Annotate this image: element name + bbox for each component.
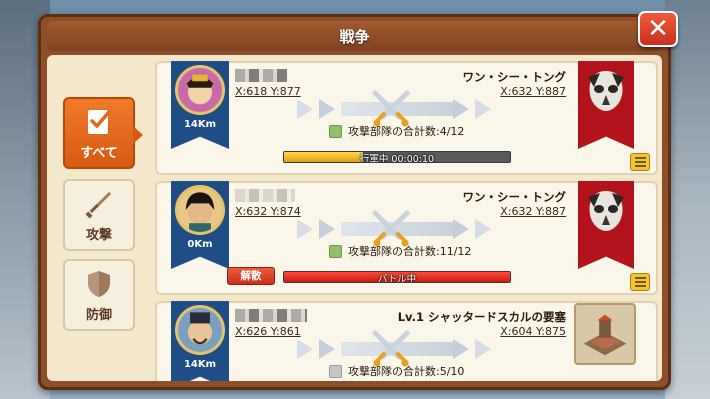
march-progress-bar: 行軍中 00:00:10 [283,151,511,163]
source-coordinates[interactable]: X:632 Y:874 [235,205,301,218]
troop-count: 攻撃部隊の合計数:5/10 [329,363,464,379]
tab-all-label: すべて [80,145,118,161]
shield-icon [88,270,110,297]
source-coordinates[interactable]: X:618 Y:877 [235,85,301,98]
commander-portrait-icon [185,192,215,232]
distance-label: 0Km [187,239,213,250]
target-name: Lv.1 シャッタードスカルの要塞 [397,310,566,324]
march-progress-text: 行軍中 00:00:10 [359,154,435,163]
fortress-icon [583,314,627,356]
details-menu-button[interactable] [630,153,650,171]
target-banner [578,61,634,149]
player-name-redacted [235,189,295,202]
close-icon: ✕ [647,14,669,44]
checklist-icon [88,109,111,134]
background-right [665,0,710,399]
troop-count-label: 攻撃部隊の合計数:11/12 [348,245,472,258]
troop-checkbox [329,364,342,378]
content-area: すべて 攻撃 防御 14Km X:618 Y:877 ワン・シー・トング X:6… [47,55,662,381]
tab-attack[interactable]: 攻撃 [63,179,135,251]
tab-defense[interactable]: 防御 [63,259,135,331]
troop-count-label: 攻撃部隊の合計数:5/10 [348,365,465,378]
sword-icon [85,191,111,219]
distance-label: 14Km [183,359,217,370]
troop-count-label: 攻撃部隊の合計数:4/12 [348,125,465,138]
player-name-redacted [235,69,287,82]
attacker-banner: 14Km [171,301,229,381]
title-bar: 戦争 [47,21,662,51]
close-button[interactable]: ✕ [638,11,678,47]
war-list: 14Km X:618 Y:877 ワン・シー・トング X:632 Y:887 攻… [155,59,658,381]
commander-avatar[interactable] [175,305,225,355]
skull-mask-icon [588,191,624,231]
battle-progress-text: バトル中 [377,274,417,283]
war-card[interactable]: 0Km X:632 Y:874 ワン・シー・トング X:632 Y:887 攻撃… [155,181,658,295]
tab-defense-label: 防御 [85,307,112,323]
details-menu-button[interactable] [630,273,650,291]
target-name: ワン・シー・トング [462,70,567,84]
player-name-redacted [235,309,307,322]
troop-count: 攻撃部隊の合計数:11/12 [329,243,471,259]
war-card[interactable]: 14Km X:618 Y:877 ワン・シー・トング X:632 Y:887 攻… [155,61,658,175]
source-coordinates[interactable]: X:626 Y:861 [235,325,301,338]
commander-portrait-icon [186,74,214,105]
war-card[interactable]: 14Km X:626 Y:861 Lv.1 シャッタードスカルの要塞 X:604… [155,301,658,381]
target-coordinates[interactable]: X:632 Y:887 [500,85,566,98]
distance-label: 14Km [183,119,217,130]
war-window: 戦争 ✕ すべて 攻撃 防御 14Km X:618 Y:877 ワン・シー・トン… [38,11,678,390]
disband-button[interactable]: 解散 [227,267,275,285]
commander-portrait-icon [187,312,213,345]
commander-avatar[interactable] [175,185,225,235]
window-title: 戦争 [339,27,370,46]
battle-progress-bar: バトル中 [283,271,511,283]
troop-checkbox [329,124,342,138]
attacker-banner: 14Km [171,61,229,149]
attacker-banner: 0Km [171,181,229,269]
target-coordinates[interactable]: X:632 Y:887 [500,205,566,218]
target-coordinates[interactable]: X:604 Y:875 [500,325,566,338]
commander-avatar[interactable] [175,65,225,115]
skull-mask-icon [588,71,624,111]
target-name: ワン・シー・トング [462,190,567,204]
target-banner [578,181,634,269]
troop-checkbox [329,244,342,258]
fortress-target [574,303,636,365]
tab-all[interactable]: すべて [63,97,143,169]
tab-attack-label: 攻撃 [85,227,112,243]
troop-count: 攻撃部隊の合計数:4/12 [329,123,464,139]
